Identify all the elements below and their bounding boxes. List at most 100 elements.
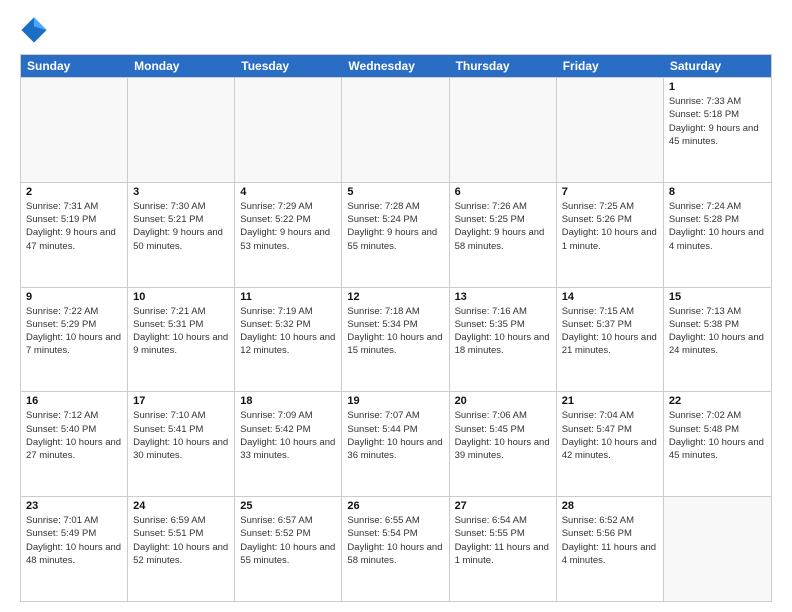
day-info: Sunrise: 7:22 AM Sunset: 5:29 PM Dayligh… (26, 305, 122, 358)
day-number: 20 (455, 395, 551, 407)
calendar-cell: 19Sunrise: 7:07 AM Sunset: 5:44 PM Dayli… (342, 392, 449, 496)
day-info: Sunrise: 7:33 AM Sunset: 5:18 PM Dayligh… (669, 95, 766, 148)
calendar-cell: 21 Sunrise: 7:04 AM Sunset: 5:47 PM Dayli… (557, 392, 664, 496)
calendar-cell (664, 497, 771, 601)
logo (20, 16, 52, 44)
calendar-cell: 10 Sunrise: 7:21 AM Sunset: 5:31 PM Dayli… (128, 288, 235, 392)
day-info: Sunrise: 7:28 AM Sunset: 5:24 PM Dayligh… (347, 200, 443, 253)
day-info: Sunrise: 7:06 AM Sunset: 5:45 PM Dayligh… (455, 409, 551, 462)
calendar-cell (235, 78, 342, 182)
day-number: 15 (669, 291, 766, 303)
day-info: Sunrise: 7:31 AM Sunset: 5:19 PM Dayligh… (26, 200, 122, 253)
day-number: 6 (455, 186, 551, 198)
calendar-week: 23Sunrise: 7:01 AM Sunset: 5:49 PM Dayli… (21, 496, 771, 601)
day-number: 10 (133, 291, 229, 303)
day-number: 11 (240, 291, 336, 303)
calendar-cell: 15 Sunrise: 7:13 AM Sunset: 5:38 PM Dayli… (664, 288, 771, 392)
day-info: Sunrise: 7:15 AM Sunset: 5:37 PM Dayligh… (562, 305, 658, 358)
day-number: 12 (347, 291, 443, 303)
day-number: 25 (240, 500, 336, 512)
day-info: Sunrise: 7:30 AM Sunset: 5:21 PM Dayligh… (133, 200, 229, 253)
calendar-cell: 24 Sunrise: 6:59 AM Sunset: 5:51 PM Dayli… (128, 497, 235, 601)
calendar-cell: 22 Sunrise: 7:02 AM Sunset: 5:48 PM Dayli… (664, 392, 771, 496)
calendar-cell: 9 Sunrise: 7:22 AM Sunset: 5:29 PM Daylig… (21, 288, 128, 392)
calendar: SundayMondayTuesdayWednesdayThursdayFrid… (20, 54, 772, 602)
calendar-header: SundayMondayTuesdayWednesdayThursdayFrid… (21, 55, 771, 77)
day-number: 24 (133, 500, 229, 512)
calendar-body: 1 Sunrise: 7:33 AM Sunset: 5:18 PM Daylig… (21, 77, 771, 601)
calendar-cell: 17 Sunrise: 7:10 AM Sunset: 5:41 PM Dayli… (128, 392, 235, 496)
day-info: Sunrise: 7:04 AM Sunset: 5:47 PM Dayligh… (562, 409, 658, 462)
day-info: Sunrise: 7:10 AM Sunset: 5:41 PM Dayligh… (133, 409, 229, 462)
day-number: 1 (669, 81, 766, 93)
calendar-header-day: Saturday (664, 55, 771, 77)
calendar-cell: 14 Sunrise: 7:15 AM Sunset: 5:37 PM Dayli… (557, 288, 664, 392)
day-number: 5 (347, 186, 443, 198)
calendar-cell: 18Sunrise: 7:09 AM Sunset: 5:42 PM Dayli… (235, 392, 342, 496)
day-number: 23 (26, 500, 122, 512)
calendar-week: 1 Sunrise: 7:33 AM Sunset: 5:18 PM Daylig… (21, 77, 771, 182)
day-info: Sunrise: 6:52 AM Sunset: 5:56 PM Dayligh… (562, 514, 658, 567)
calendar-cell: 20 Sunrise: 7:06 AM Sunset: 5:45 PM Dayli… (450, 392, 557, 496)
calendar-cell: 25 Sunrise: 6:57 AM Sunset: 5:52 PM Dayli… (235, 497, 342, 601)
day-number: 7 (562, 186, 658, 198)
calendar-cell: 23Sunrise: 7:01 AM Sunset: 5:49 PM Dayli… (21, 497, 128, 601)
day-info: Sunrise: 7:16 AM Sunset: 5:35 PM Dayligh… (455, 305, 551, 358)
calendar-cell: 26 Sunrise: 6:55 AM Sunset: 5:54 PM Dayli… (342, 497, 449, 601)
day-info: Sunrise: 7:02 AM Sunset: 5:48 PM Dayligh… (669, 409, 766, 462)
calendar-header-day: Wednesday (342, 55, 449, 77)
calendar-cell: 12 Sunrise: 7:18 AM Sunset: 5:34 PM Dayli… (342, 288, 449, 392)
day-number: 8 (669, 186, 766, 198)
day-number: 22 (669, 395, 766, 407)
day-info: Sunrise: 6:55 AM Sunset: 5:54 PM Dayligh… (347, 514, 443, 567)
day-info: Sunrise: 7:21 AM Sunset: 5:31 PM Dayligh… (133, 305, 229, 358)
day-number: 16 (26, 395, 122, 407)
calendar-header-day: Thursday (450, 55, 557, 77)
calendar-week: 9 Sunrise: 7:22 AM Sunset: 5:29 PM Daylig… (21, 287, 771, 392)
calendar-week: 2 Sunrise: 7:31 AM Sunset: 5:19 PM Daylig… (21, 182, 771, 287)
day-number: 19 (347, 395, 443, 407)
day-number: 26 (347, 500, 443, 512)
calendar-header-day: Sunday (21, 55, 128, 77)
calendar-cell: 16Sunrise: 7:12 AM Sunset: 5:40 PM Dayli… (21, 392, 128, 496)
calendar-cell (128, 78, 235, 182)
day-info: Sunrise: 6:59 AM Sunset: 5:51 PM Dayligh… (133, 514, 229, 567)
day-number: 9 (26, 291, 122, 303)
calendar-week: 16Sunrise: 7:12 AM Sunset: 5:40 PM Dayli… (21, 391, 771, 496)
day-info: Sunrise: 7:13 AM Sunset: 5:38 PM Dayligh… (669, 305, 766, 358)
calendar-header-day: Monday (128, 55, 235, 77)
calendar-cell: 27 Sunrise: 6:54 AM Sunset: 5:55 PM Dayli… (450, 497, 557, 601)
calendar-cell: 4 Sunrise: 7:29 AM Sunset: 5:22 PM Daylig… (235, 183, 342, 287)
day-info: Sunrise: 7:18 AM Sunset: 5:34 PM Dayligh… (347, 305, 443, 358)
day-info: Sunrise: 7:19 AM Sunset: 5:32 PM Dayligh… (240, 305, 336, 358)
calendar-cell: 8 Sunrise: 7:24 AM Sunset: 5:28 PM Daylig… (664, 183, 771, 287)
day-number: 4 (240, 186, 336, 198)
day-info: Sunrise: 6:57 AM Sunset: 5:52 PM Dayligh… (240, 514, 336, 567)
header (20, 16, 772, 44)
day-number: 27 (455, 500, 551, 512)
calendar-cell: 11 Sunrise: 7:19 AM Sunset: 5:32 PM Dayli… (235, 288, 342, 392)
day-number: 21 (562, 395, 658, 407)
day-number: 3 (133, 186, 229, 198)
calendar-header-day: Tuesday (235, 55, 342, 77)
calendar-cell: 5 Sunrise: 7:28 AM Sunset: 5:24 PM Daylig… (342, 183, 449, 287)
day-number: 14 (562, 291, 658, 303)
day-info: Sunrise: 6:54 AM Sunset: 5:55 PM Dayligh… (455, 514, 551, 567)
calendar-cell: 2 Sunrise: 7:31 AM Sunset: 5:19 PM Daylig… (21, 183, 128, 287)
day-number: 17 (133, 395, 229, 407)
day-info: Sunrise: 7:09 AM Sunset: 5:42 PM Dayligh… (240, 409, 336, 462)
logo-icon (20, 16, 48, 44)
day-info: Sunrise: 7:26 AM Sunset: 5:25 PM Dayligh… (455, 200, 551, 253)
calendar-cell: 7Sunrise: 7:25 AM Sunset: 5:26 PM Daylig… (557, 183, 664, 287)
calendar-cell (450, 78, 557, 182)
day-info: Sunrise: 7:24 AM Sunset: 5:28 PM Dayligh… (669, 200, 766, 253)
day-number: 28 (562, 500, 658, 512)
calendar-cell: 28 Sunrise: 6:52 AM Sunset: 5:56 PM Dayli… (557, 497, 664, 601)
day-number: 2 (26, 186, 122, 198)
calendar-cell: 13Sunrise: 7:16 AM Sunset: 5:35 PM Dayli… (450, 288, 557, 392)
page: SundayMondayTuesdayWednesdayThursdayFrid… (0, 0, 792, 612)
day-info: Sunrise: 7:29 AM Sunset: 5:22 PM Dayligh… (240, 200, 336, 253)
calendar-cell: 6 Sunrise: 7:26 AM Sunset: 5:25 PM Daylig… (450, 183, 557, 287)
calendar-header-day: Friday (557, 55, 664, 77)
calendar-cell (21, 78, 128, 182)
